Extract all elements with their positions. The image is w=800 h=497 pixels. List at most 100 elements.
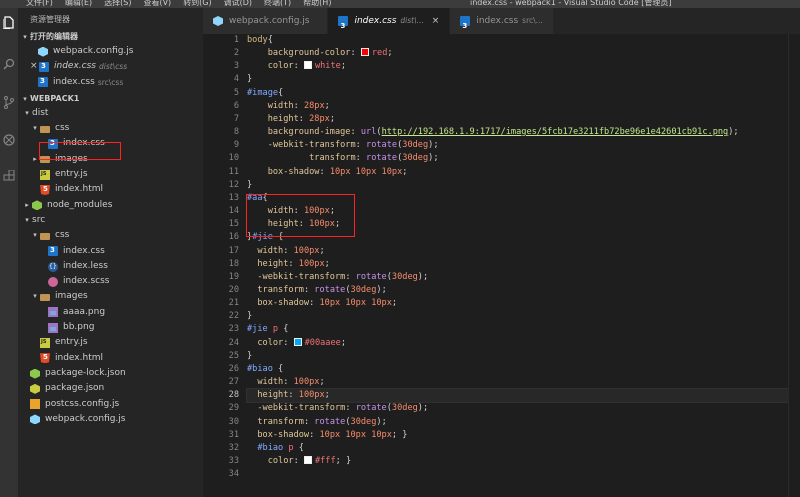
menu-debug[interactable]: 调试(D) [224,0,252,8]
search-icon[interactable] [1,56,17,72]
tree-folder-images[interactable]: ▾ images [18,289,203,304]
code-area[interactable]: body{ background-color: red; color: whit… [246,34,800,481]
tree-folder-src[interactable]: ▾ src [18,213,203,228]
code-token: 100px [309,219,335,230]
menu-terminal[interactable]: 终端(T) [264,0,291,8]
tree-file-package-json[interactable]: package.json [18,381,203,396]
tree-file-aaaa-png[interactable]: aaaa.png [18,305,203,320]
code-line[interactable]: width: 100px; [247,205,800,218]
tree-file-entry-js[interactable]: entry.js [18,167,203,182]
code-line[interactable]: box-shadow: 10px 10px 10px; [247,297,800,310]
menu-help[interactable]: 帮助(H) [303,0,331,8]
vertical-scrollbar[interactable] [788,34,800,497]
menu-selection[interactable]: 选择(S) [104,0,131,8]
tree-file-index-html[interactable]: index.html [18,182,203,197]
menu-goto[interactable]: 转到(G) [183,0,211,8]
code-line[interactable]: -webkit-transform: rotate(30deg); [247,139,800,152]
close-icon[interactable]: × [432,8,440,34]
code-line[interactable]: -webkit-transform: rotate(30deg); [247,271,800,284]
code-line[interactable]: color: #00aaee; [247,337,800,350]
code-line[interactable]: #biao { [247,363,800,376]
tree-file-index-html[interactable]: index.html [18,351,203,366]
code-line[interactable]: background-image: url(http://192.168.1.9… [247,126,800,139]
tree-file-index-less[interactable]: index.less [18,259,203,274]
code-line[interactable]: #image{ [247,87,800,100]
tree-folder-css[interactable]: ▾ css [18,121,203,136]
color-swatch[interactable] [303,61,312,70]
code-line[interactable]: } [247,310,800,323]
code-line[interactable]: #biao p { [247,442,800,455]
code-line[interactable]: -webkit-transform: rotate(30deg); [247,402,800,415]
code-line[interactable]: } [247,179,800,192]
tree-file-index-css[interactable]: index.css [18,136,203,151]
code-line[interactable]: height: 100px; [247,258,800,271]
color-swatch[interactable] [360,48,369,57]
open-editor-item[interactable]: webpack.config.js [18,44,203,59]
tree-file-postcss-config[interactable]: postcss.config.js [18,397,203,412]
menu-edit[interactable]: 编辑(E) [65,0,92,8]
tab-path: src\... [522,16,543,25]
code-token: : [345,403,356,414]
code-token: transform [257,284,304,295]
code-line[interactable]: }#jie { [247,231,800,244]
menu-file[interactable]: 文件(F) [26,0,53,8]
open-editor-item[interactable]: × index.css dist\css [18,59,203,74]
code-line[interactable]: width: 28px; [247,100,800,113]
webpack-icon [30,414,40,425]
close-icon[interactable]: × [30,59,39,74]
code-line[interactable]: box-shadow: 10px 10px 10px; [247,166,800,179]
code-line[interactable]: transform: rotate(30deg); [247,416,800,429]
extensions-icon[interactable] [1,168,17,184]
code-line[interactable]: background-color: red; [247,47,800,60]
code-token: ; [319,245,325,256]
tree-file-package-lock-json[interactable]: package-lock.json [18,366,203,381]
tree-folder-css[interactable]: ▾ css [18,228,203,243]
code-token: height [257,390,289,401]
tree-folder-node-modules[interactable]: ▸ node_modules [18,198,203,213]
tab-index-css-dist[interactable]: index.css dist\... × [328,8,451,39]
tree-folder-images[interactable]: ▸ images [18,152,203,167]
code-line[interactable]: width: 100px; [247,245,800,258]
tree-file-bb-png[interactable]: bb.png [18,320,203,335]
menu-view[interactable]: 查看(V) [143,0,171,8]
code-line[interactable]: height: 28px; [247,113,800,126]
color-swatch[interactable] [293,337,302,346]
code-line[interactable]: transform: rotate(30deg); [247,284,800,297]
tab-index-css-src[interactable]: index.css src\... [450,8,554,39]
code-line[interactable]: } [247,73,800,86]
code-line[interactable]: color: #fff; } [247,455,800,468]
code-line[interactable]: height: 100px; [247,218,800,231]
tree-file-webpack-config[interactable]: webpack.config.js [18,412,203,427]
code-line[interactable]: color: white; [247,60,800,73]
code-line[interactable]: #jie p { [247,323,800,336]
code-line[interactable]: box-shadow: 10px 10px 10px; } [247,429,800,442]
project-header[interactable]: ▾ WEBPACK1 [18,92,203,106]
tree-file-entry-js[interactable]: entry.js [18,335,203,350]
code-token: width [257,377,284,388]
explorer-icon[interactable] [1,14,17,30]
open-editor-item[interactable]: index.css src\css [18,74,203,90]
code-line[interactable]: body{ [247,34,800,47]
open-editor-path: src\css [97,77,124,87]
code-token: ; [340,61,346,72]
code-line[interactable]: width: 100px; [247,376,800,389]
open-editors-header[interactable]: ▾ 打开的编辑器 [18,30,203,44]
source-control-icon[interactable] [1,94,17,110]
code-editor[interactable]: 1 2 3 4 5 6 7 8 9 10 11 12 13 14 15 16 17 18 19 20 21 22 23 24 2… [203,34,800,497]
line-number: 21 [228,298,239,309]
line-number: 30 [228,416,239,427]
color-swatch[interactable] [303,456,312,464]
code-line[interactable]: #aa{ [247,192,800,205]
code-token: { [278,324,289,335]
tree-folder-dist[interactable]: ▾ dist [18,106,203,121]
code-token: rotate [355,271,387,282]
tree-file-index-scss[interactable]: index.scss [18,274,203,289]
debug-icon[interactable] [1,132,17,148]
code-line[interactable] [247,468,800,481]
tab-webpack-config[interactable]: webpack.config.js [203,8,329,34]
code-line[interactable]: transform: rotate(30deg); [247,152,800,165]
tree-file-index-css[interactable]: index.css [18,243,203,259]
code-line[interactable]: height: 100px; [246,388,800,404]
code-line[interactable]: } [247,350,800,363]
